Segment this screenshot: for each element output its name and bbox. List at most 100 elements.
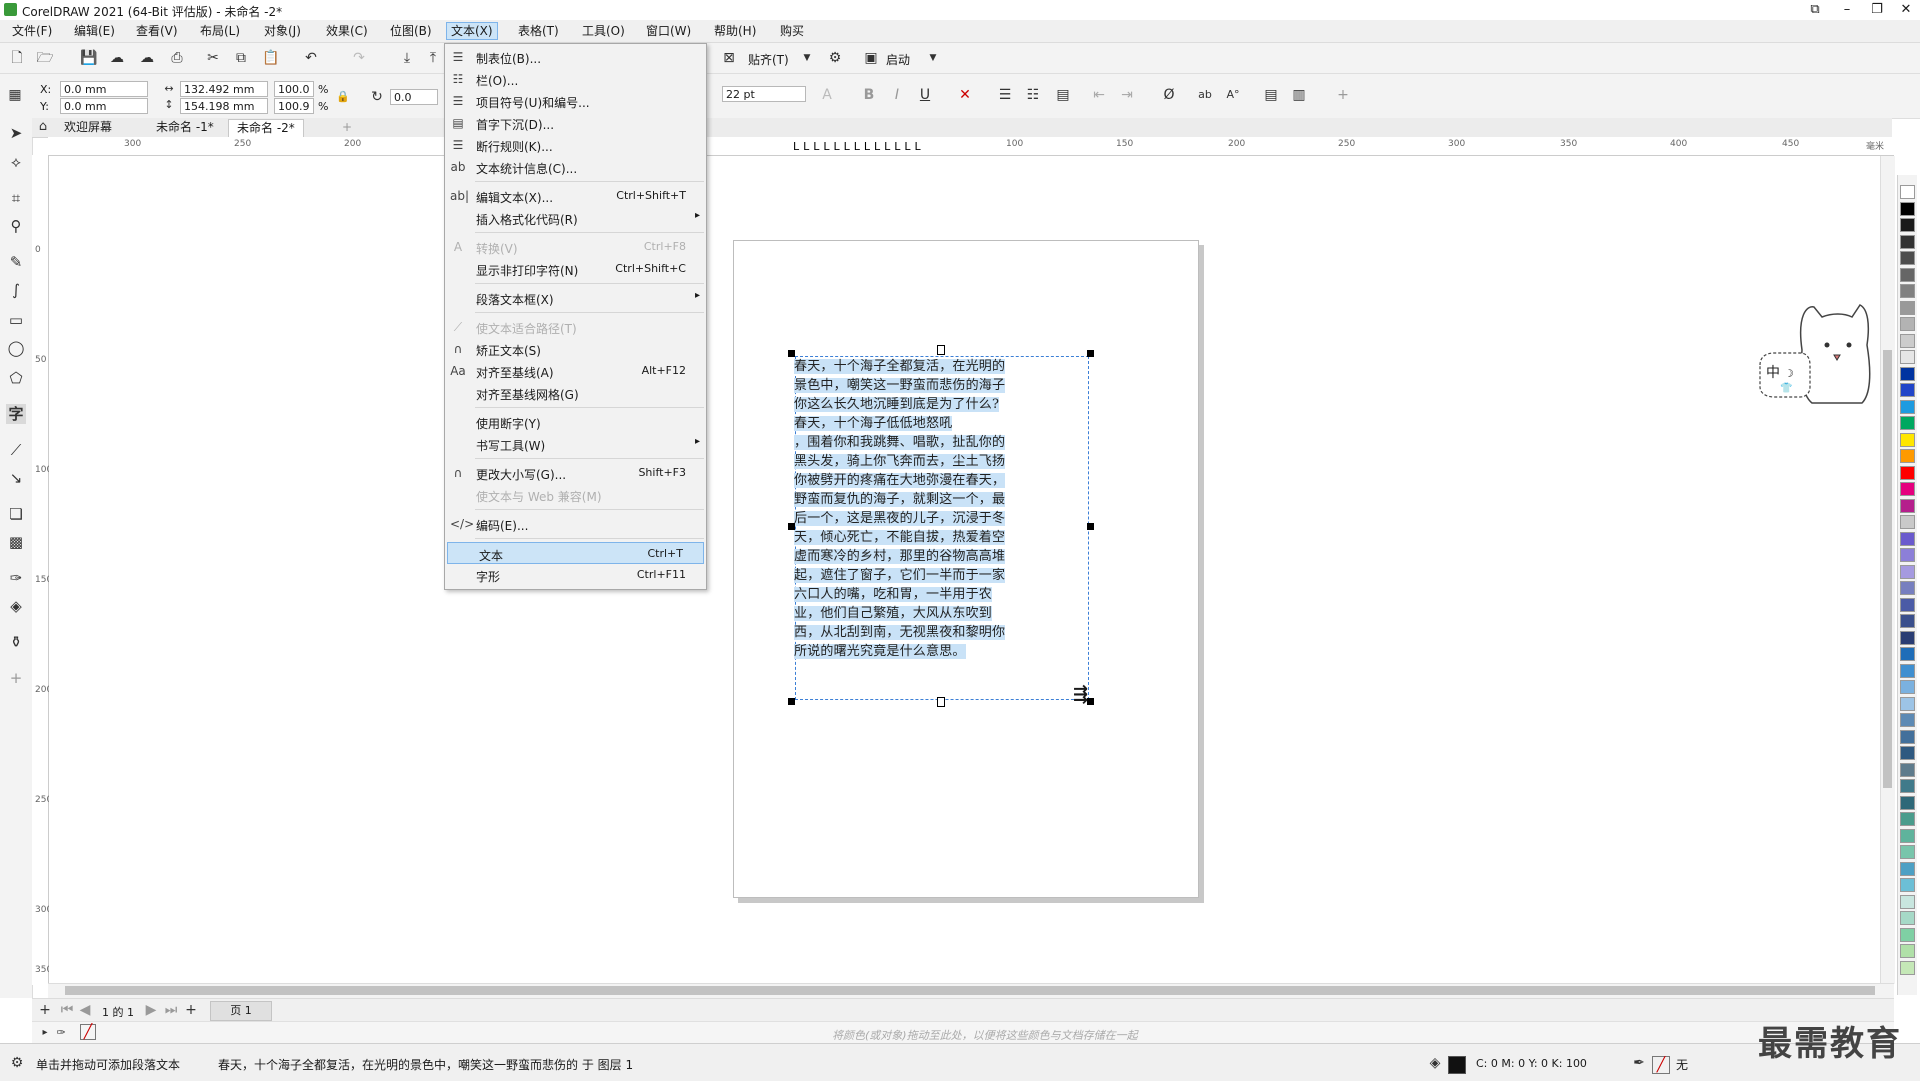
palette-swatch[interactable] (1900, 185, 1915, 199)
horizontal-ruler[interactable]: 300 250 200 100 150 200 250 300 350 400 … (48, 137, 1894, 156)
transparency-icon[interactable]: ▩ (6, 532, 26, 552)
palette-swatch[interactable] (1900, 564, 1915, 579)
eyedropper-icon[interactable]: ✑ (52, 1024, 70, 1042)
text-menu-item[interactable]: 插入格式化代码(R) ▸ (445, 207, 706, 229)
menu-file[interactable]: 文件(F) (8, 23, 56, 39)
help-pin-icon[interactable]: ⧉ (1802, 1, 1828, 19)
eyedropper-icon[interactable]: ✑ (6, 568, 26, 588)
x-position-field[interactable]: 0.0 mm (60, 81, 148, 97)
maximize-button[interactable]: ❐ (1864, 1, 1890, 19)
text-menu-item[interactable]: 对齐至基线网格(G) (445, 382, 706, 404)
menu-help[interactable]: 帮助(H) (710, 23, 760, 39)
fill-bucket-icon[interactable]: ◈ (1426, 1054, 1444, 1072)
text-menu-item[interactable]: 段落文本框(X) ▸ (445, 287, 706, 309)
vertical-text-icon[interactable]: ▥ (1290, 86, 1308, 104)
text-menu-item[interactable]: 书写工具(W) ▸ (445, 433, 706, 455)
menu-window[interactable]: 窗口(W) (642, 23, 695, 39)
text-menu-item[interactable]: ☰ 断行规则(K)... (445, 134, 706, 156)
snap-to-dropdown[interactable]: 贴齐(T) (748, 51, 789, 68)
opentype-icon[interactable]: Ø (1160, 86, 1178, 104)
font-size-icon[interactable]: A (818, 86, 836, 104)
last-page-icon[interactable]: ⏭ (162, 1001, 180, 1019)
text-menu-item[interactable]: ∩ 更改大小写(G)... Shift+F3 (445, 462, 706, 484)
palette-swatch[interactable] (1900, 432, 1915, 447)
add-tab-button[interactable]: + (334, 119, 360, 136)
italic-icon[interactable]: I (888, 86, 906, 104)
text-menu-item[interactable]: ⟋ 使文本适合路径(T) (445, 316, 706, 338)
text-flow-tab-icon[interactable] (937, 697, 945, 707)
menu-object[interactable]: 对象(J) (260, 23, 305, 39)
import-icon[interactable]: ⤓ (398, 49, 416, 67)
palette-swatch[interactable] (1900, 399, 1915, 414)
tab-document-1[interactable]: 未命名 -1* (148, 119, 222, 136)
palette-swatch[interactable] (1900, 944, 1915, 958)
vertical-ruler[interactable]: 0 50 100 150 200 250 300 350 (32, 155, 52, 985)
height-field[interactable]: 154.198 mm (180, 98, 268, 114)
text-menu-item[interactable]: </> 编码(E)... (445, 513, 706, 535)
palette-swatch[interactable] (1900, 465, 1915, 480)
text-properties-icon[interactable]: A° (1224, 86, 1242, 104)
smart-fill-icon[interactable]: ⚱ (6, 632, 26, 652)
menu-bitmap[interactable]: 位图(B) (386, 23, 436, 39)
dimension-tool-icon[interactable]: ⟋ (6, 440, 26, 460)
status-settings-gear-icon[interactable]: ⚙ (8, 1054, 26, 1072)
menu-text[interactable]: 文本(X) (446, 22, 498, 40)
menu-table[interactable]: 表格(T) (514, 23, 563, 39)
palette-swatch[interactable] (1900, 597, 1915, 612)
ellipse-tool-icon[interactable]: ◯ (6, 338, 26, 358)
text-menu-item[interactable]: 使文本与 Web 兼容(M) (445, 484, 706, 506)
cloud-upload-icon[interactable]: ☁ (138, 49, 156, 67)
page-tab[interactable]: 页 1 (210, 1001, 272, 1021)
freehand-tool-icon[interactable]: ✎ (6, 252, 26, 272)
selection-handle[interactable] (788, 523, 795, 530)
text-menu-item[interactable]: 使用断字(Y) (445, 411, 706, 433)
palette-swatch[interactable] (1900, 960, 1915, 975)
tab-document-2[interactable]: 未命名 -2* (228, 119, 304, 137)
palette-swatch[interactable] (1900, 696, 1915, 711)
text-menu-item[interactable]: ☷ 栏(O)... (445, 68, 706, 90)
connector-tool-icon[interactable]: ↘ (6, 468, 26, 488)
text-menu-item[interactable]: ☰ 项目符号(U)和编号... (445, 90, 706, 112)
palette-swatch[interactable] (1900, 746, 1915, 760)
palette-swatch[interactable] (1900, 878, 1915, 892)
palette-swatch[interactable] (1900, 317, 1915, 331)
fullscreen-icon[interactable]: ⊠ (720, 49, 738, 67)
menu-edit[interactable]: 编辑(E) (70, 23, 119, 39)
paragraph-text[interactable]: 春天，十个海子全都复活，在光明的 景色中，嘲笑这一野蛮而悲伤的海子 你这么长久地… (794, 357, 1084, 661)
add-tool-icon[interactable]: + (6, 668, 26, 688)
palette-swatch[interactable] (1900, 515, 1915, 529)
no-color-swatch-icon[interactable]: ╱ (80, 1024, 96, 1040)
y-position-field[interactable]: 0.0 mm (60, 98, 148, 114)
object-origin-icon[interactable]: ▦ (6, 86, 24, 104)
text-menu-item[interactable]: ab 文本统计信息(C)... (445, 156, 706, 178)
tab-stops-marker[interactable]: LLLLLLLLLLLLL (793, 140, 925, 153)
prev-page-icon[interactable]: ◀ (76, 1001, 94, 1019)
menu-buy[interactable]: 购买 (776, 23, 808, 39)
palette-swatch[interactable] (1900, 779, 1915, 793)
text-menu-item[interactable]: 显示非打印字符(N) Ctrl+Shift+C (445, 258, 706, 280)
home-icon[interactable]: ⌂ (34, 118, 52, 136)
palette-swatch[interactable] (1900, 812, 1915, 826)
outline-none-swatch-icon[interactable]: ╱ (1652, 1056, 1670, 1074)
palette-swatch[interactable] (1900, 300, 1915, 315)
palette-swatch[interactable] (1900, 729, 1915, 744)
text-menu-item[interactable]: Aa 对齐至基线(A) Alt+F12 (445, 360, 706, 382)
undo-icon[interactable]: ↶ (302, 49, 320, 67)
next-page-icon[interactable]: ▶ (142, 1001, 160, 1019)
text-flow-tab-icon[interactable] (937, 345, 945, 355)
palette-swatch[interactable] (1900, 713, 1915, 727)
palette-swatch[interactable] (1900, 927, 1915, 942)
palette-swatch[interactable] (1900, 647, 1915, 661)
palette-swatch[interactable] (1900, 828, 1915, 843)
minimize-button[interactable]: – (1834, 1, 1860, 19)
palette-swatch[interactable] (1900, 894, 1915, 909)
text-menu-item[interactable]: ▤ 首字下沉(D)... (445, 112, 706, 134)
launch-icon[interactable]: ▣ (862, 49, 880, 67)
save-icon[interactable]: 💾 (80, 49, 98, 67)
text-menu-item[interactable]: ☰ 制表位(B)... (445, 46, 706, 68)
drop-shadow-icon[interactable]: ❏ (6, 504, 26, 524)
palette-swatch[interactable] (1900, 333, 1915, 348)
fill-color-swatch[interactable] (1448, 1056, 1466, 1074)
text-menu-item[interactable]: 字形 Ctrl+F11 (445, 564, 706, 586)
scale-height-field[interactable]: 100.9 (274, 98, 314, 114)
